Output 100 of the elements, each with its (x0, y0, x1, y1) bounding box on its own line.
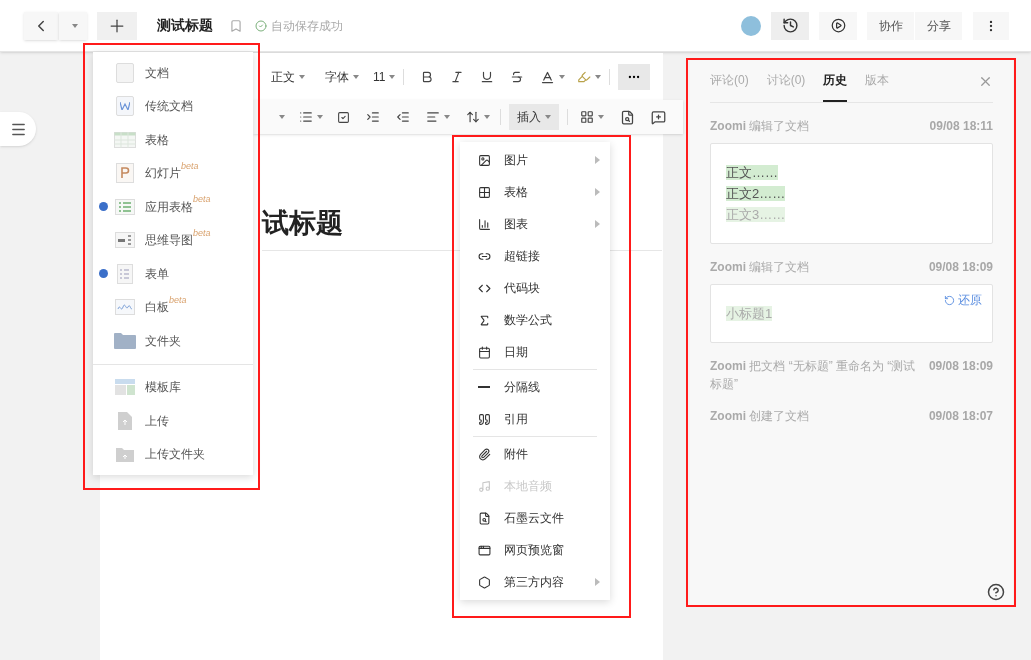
beta-label: beta (193, 226, 211, 238)
app-table-icon (115, 198, 135, 215)
grid-icon[interactable] (580, 110, 594, 124)
insert-menu-item[interactable]: 石墨云文件 (460, 502, 610, 534)
insert-dropdown[interactable]: 插入 (509, 104, 559, 130)
audio-icon (477, 479, 491, 493)
caret-icon (279, 115, 285, 119)
insert-menu-item[interactable]: 图表 (460, 208, 610, 240)
caret-icon (484, 115, 490, 119)
outdent-icon[interactable] (396, 110, 410, 124)
header-button[interactable]: 分享 (915, 11, 962, 40)
new-menu-item[interactable]: 上传 (93, 404, 253, 438)
save-status: 自动保存成功 (271, 17, 343, 35)
item-label: 表单 (145, 265, 169, 283)
caret-icon (559, 75, 566, 79)
restore-link[interactable]: 还原 (944, 291, 982, 309)
play-icon (830, 18, 846, 33)
font-size-dropdown[interactable]: 11 (373, 68, 396, 86)
italic-icon[interactable] (450, 70, 465, 84)
history-entry-text: Zoomi 编辑了文档 (710, 118, 810, 135)
caret-icon (595, 75, 602, 79)
line-icon (478, 386, 490, 388)
new-menu-item[interactable]: 上传文件夹 (93, 437, 253, 471)
present-button[interactable] (819, 11, 857, 40)
image-icon (477, 153, 491, 167)
align-icon[interactable] (426, 110, 440, 124)
restore-icon (944, 294, 955, 306)
bulleted-list-icon[interactable] (299, 110, 313, 124)
header-button[interactable]: 协作 (867, 11, 914, 40)
item-label: 图表 (504, 216, 529, 233)
history-button[interactable] (771, 11, 809, 40)
history-entry-text: Zoomi 把文档 “无标题” 重命名为 “测试标题” (710, 358, 917, 393)
paragraph-style-dropdown[interactable]: 正文 (271, 68, 305, 86)
insert-menu-item[interactable]: 代码块 (460, 272, 610, 304)
item-label: 上传 (145, 412, 169, 430)
item-label: 表格 (145, 131, 169, 149)
caret-icon (545, 115, 551, 119)
text-color-icon[interactable] (540, 69, 556, 85)
hexagon-icon (477, 575, 491, 589)
item-label: 图片 (504, 152, 529, 169)
caret-icon (389, 75, 396, 79)
word-document-icon (116, 96, 134, 117)
history-entry-text: Zoomi 创建了文档 (710, 408, 810, 425)
document-search-icon[interactable] (620, 109, 635, 125)
caret-icon (444, 115, 450, 119)
insert-menu-item[interactable]: 引用 (460, 403, 610, 435)
caret-icon (317, 115, 323, 119)
history-entry-text: Zoomi 编辑了文档 (710, 259, 810, 276)
panel-tab[interactable]: 历史 (823, 60, 848, 102)
help-icon[interactable] (987, 583, 1005, 601)
new-menu-item[interactable]: 表单 (93, 257, 253, 291)
caret-icon (353, 75, 359, 79)
window-icon (477, 543, 491, 557)
cloud-file-icon (477, 511, 491, 525)
item-label: 文件夹 (145, 332, 181, 350)
history-time: 09/08 18:09 (928, 259, 993, 276)
document-title[interactable]: 测试标题 (157, 15, 213, 36)
item-label: 网页预览窗 (504, 542, 565, 559)
new-button[interactable] (97, 11, 137, 40)
sidebar-toggle[interactable] (0, 112, 36, 146)
insert-menu-item[interactable]: 分隔线 (460, 371, 610, 403)
insert-menu-item[interactable]: 日期 (460, 336, 610, 368)
item-label: 第三方内容 (504, 574, 565, 591)
insert-menu-item[interactable]: 网页预览窗 (460, 534, 610, 566)
beta-label: beta (193, 193, 211, 204)
bold-icon[interactable] (420, 70, 435, 84)
add-comment-icon[interactable] (651, 109, 666, 125)
insert-menu-item[interactable]: 数学公式 (460, 304, 610, 336)
slides-icon (116, 163, 134, 184)
strikethrough-icon[interactable] (510, 70, 525, 84)
insert-menu-item[interactable]: 超链接 (460, 240, 610, 272)
beta-label: beta (169, 293, 187, 305)
checkbox-icon[interactable] (337, 110, 350, 124)
item-label: 数学公式 (504, 312, 553, 329)
insert-menu-item[interactable]: 第三方内容 (460, 566, 610, 598)
folder-icon (114, 332, 136, 350)
history-time: 09/08 18:11 (929, 118, 993, 135)
underline-icon[interactable] (480, 70, 495, 84)
indent-icon[interactable] (366, 110, 380, 124)
line-spacing-icon[interactable] (466, 110, 480, 124)
font-dropdown[interactable]: 字体 (325, 68, 359, 86)
check-icon (255, 19, 267, 32)
item-label: 表格 (504, 184, 529, 201)
item-label: 附件 (504, 446, 529, 463)
document-icon (116, 62, 134, 83)
history-time: 09/08 18:09 (928, 358, 993, 375)
new-menu-item[interactable]: 文档 (93, 56, 253, 90)
caret-icon (598, 115, 604, 119)
form-icon (117, 263, 133, 284)
new-menu-item[interactable]: 文件夹 (93, 324, 253, 358)
document-heading[interactable]: 试标题 (262, 208, 343, 238)
insert-menu-item[interactable]: 附件 (460, 438, 610, 470)
new-menu-item[interactable]: 表格 (93, 123, 253, 157)
upload-icon (118, 411, 132, 430)
insert-menu-item[interactable]: 表格 (460, 176, 610, 208)
calendar-icon (477, 345, 491, 359)
insert-menu-item[interactable]: 图片 (460, 144, 610, 176)
paperclip-icon (477, 447, 491, 461)
new-menu-item[interactable]: 模板库 (93, 370, 253, 404)
new-menu-item[interactable]: 传统文档 (93, 89, 253, 123)
